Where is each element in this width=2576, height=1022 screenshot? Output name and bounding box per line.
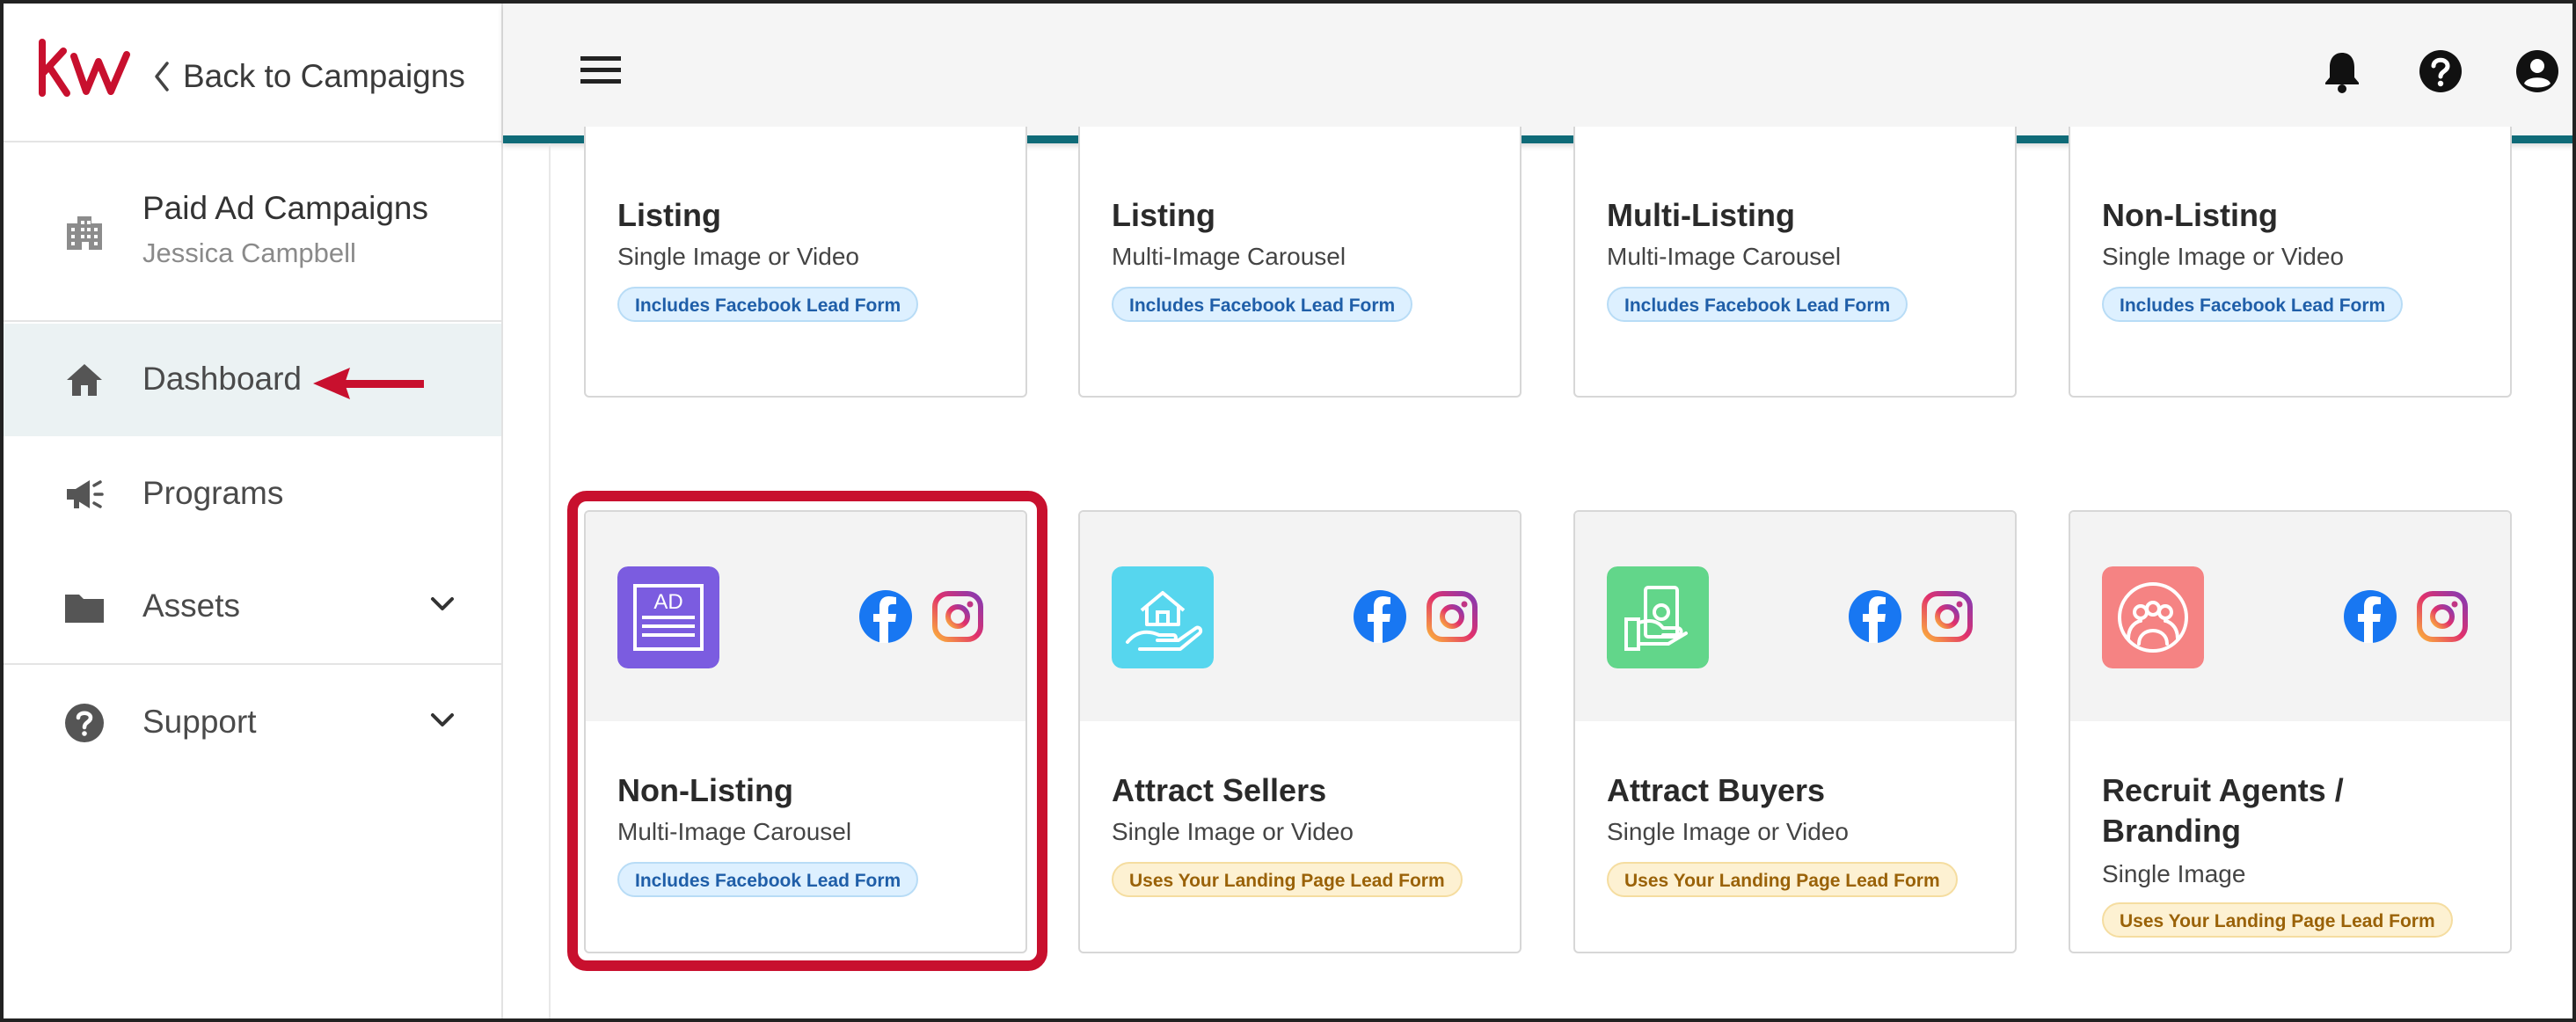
content-divider [549,143,551,1018]
card-title: Listing [617,197,721,233]
back-to-campaigns-label: Back to Campaigns [183,58,465,94]
facebook-icon [2344,590,2397,643]
megaphone-icon [67,480,104,508]
top-header [503,4,2572,143]
card-title: Attract Sellers [1112,772,1327,808]
card-subtitle: Multi-Image Carousel [617,818,852,845]
chevron-left-icon [155,62,169,91]
help-circle-icon [65,704,104,742]
landing-page-lead-form-badge: Uses Your Landing Page Lead Form [1112,862,1463,897]
card-media: AD [586,512,1025,721]
account-icon[interactable] [2515,49,2559,93]
facebook-lead-form-badge: Includes Facebook Lead Form [1607,287,1908,322]
sidebar-item-label: Dashboard [142,361,303,397]
card-title: Multi-Listing [1607,197,1795,233]
card-title: Non-Listing [617,772,793,808]
chevron-down-icon[interactable] [429,707,456,734]
campaign-card[interactable]: Listing Multi-Image Carousel Includes Fa… [1078,127,1522,398]
ad-icon: AD [617,566,719,668]
bell-icon[interactable] [2322,49,2362,93]
facebook-icon [859,590,912,643]
card-media [2070,512,2510,721]
facebook-icon [1354,590,1406,643]
campaign-card[interactable]: Non-Listing Single Image or Video Includ… [2069,127,2512,398]
card-subtitle: Multi-Image Carousel [1607,243,1842,270]
card-title: Listing [1112,197,1215,233]
sidebar: Back to Campaigns Paid Ad Campaigns Jess… [4,4,503,1018]
instagram-icon [2417,591,2468,642]
kw-logo[interactable] [37,39,132,99]
sidebar-item-label: Support [142,704,257,740]
sidebar-item-assets[interactable]: Assets [4,551,501,663]
sidebar-item-support[interactable]: Support [4,667,501,779]
card-title: Non-Listing [2102,197,2278,233]
help-icon[interactable] [2419,49,2463,93]
group-people-icon [2102,566,2204,668]
card-subtitle: Multi-Image Carousel [1112,243,1346,270]
instagram-icon [1922,591,1973,642]
folder-icon [65,595,104,623]
campaign-card-non-listing[interactable]: AD Non-Listing Multi-Image Carousel Incl… [584,510,1027,953]
campaign-card-attract-buyers[interactable]: Attract Buyers Single Image or Video Use… [1573,510,2017,953]
card-subtitle: Single Image or Video [617,243,859,270]
sidebar-item-label: Assets [142,588,241,624]
card-subtitle: Single Image or Video [1607,818,1849,845]
house-in-hand-icon [1112,566,1214,668]
instagram-icon [1427,591,1478,642]
campaign-title: Paid Ad Campaigns [142,190,428,226]
ad-icon-text: AD [653,590,682,614]
sidebar-divider [4,663,501,665]
landing-page-lead-form-badge: Uses Your Landing Page Lead Form [1607,862,1958,897]
facebook-lead-form-badge: Includes Facebook Lead Form [1112,287,1413,322]
sidebar-brand: Back to Campaigns [4,4,501,142]
money-in-hand-icon [1607,566,1709,668]
card-title-line2: Branding [2102,813,2241,849]
campaign-card-attract-sellers[interactable]: Attract Sellers Single Image or Video Us… [1078,510,1522,953]
card-subtitle: Single Image or Video [1112,818,1354,845]
card-media [1080,512,1520,721]
card-subtitle: Single Image [2102,860,2246,887]
back-to-campaigns-link[interactable]: Back to Campaigns [153,55,465,99]
instagram-icon [932,591,983,642]
card-title: Attract Buyers [1607,772,1826,808]
campaign-card[interactable]: Listing Single Image or Video Includes F… [584,127,1027,398]
menu-icon[interactable] [580,55,621,86]
facebook-lead-form-badge: Includes Facebook Lead Form [617,287,919,322]
campaign-card[interactable]: Multi-Listing Multi-Image Carousel Inclu… [1573,127,2017,398]
app-window: Back to Campaigns Paid Ad Campaigns Jess… [0,0,2576,1022]
home-icon [67,364,102,396]
facebook-lead-form-badge: Includes Facebook Lead Form [617,862,919,897]
card-subtitle: Single Image or Video [2102,243,2344,270]
sidebar-item-programs[interactable]: Programs [4,438,501,551]
card-title-line1: Recruit Agents / [2102,772,2344,808]
building-icon [67,216,102,250]
sidebar-item-label: Programs [142,475,284,511]
annotation-arrow-icon [313,368,424,399]
campaign-card-recruit-agents[interactable]: Recruit Agents / Branding Single Image U… [2069,510,2512,953]
campaign-owner: Jessica Campbell [142,237,356,268]
facebook-icon [1849,590,1901,643]
campaign-info: Paid Ad Campaigns Jessica Campbell [4,142,501,322]
card-media [1575,512,2015,721]
chevron-down-icon[interactable] [429,591,456,617]
landing-page-lead-form-badge: Uses Your Landing Page Lead Form [2102,902,2453,938]
facebook-lead-form-badge: Includes Facebook Lead Form [2102,287,2404,322]
